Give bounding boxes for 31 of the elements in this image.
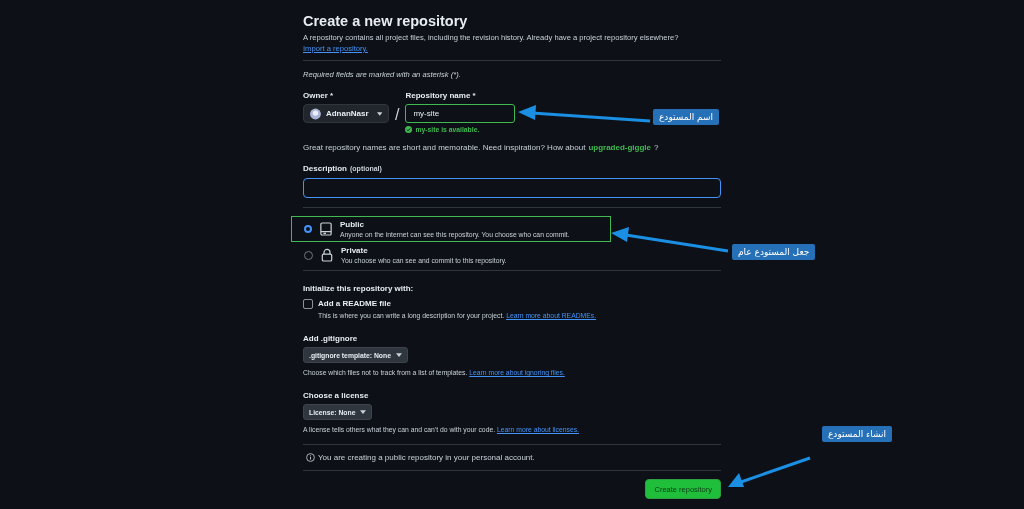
visibility-title: Private bbox=[341, 246, 369, 255]
caret-icon bbox=[376, 111, 382, 116]
notice-text: You are creating a public repository in your personal account. bbox=[318, 453, 535, 462]
readme-checkbox[interactable] bbox=[303, 298, 313, 309]
page-title: Create a new repository bbox=[303, 12, 469, 30]
radio-button[interactable] bbox=[304, 225, 312, 233]
description-label: Description bbox=[303, 163, 347, 174]
lock-icon bbox=[321, 248, 333, 262]
visibility-title: Public bbox=[340, 220, 365, 229]
annotation-label: اسم المستودع bbox=[653, 109, 720, 125]
license-heading: Choose a license bbox=[303, 390, 370, 401]
owner-label: Owner * bbox=[303, 90, 335, 101]
annotation-label: انشاء المستودع bbox=[822, 426, 893, 442]
caret-icon bbox=[395, 353, 402, 357]
owner-select[interactable]: AdnanNasr bbox=[303, 104, 389, 123]
caret-icon bbox=[360, 410, 367, 414]
avatar-icon bbox=[310, 107, 321, 120]
check-circle-icon bbox=[405, 126, 413, 133]
slash-separator: / bbox=[395, 106, 400, 124]
readme-label: Add a README file bbox=[318, 298, 391, 309]
info-icon bbox=[306, 453, 315, 462]
repository-icon bbox=[320, 222, 332, 236]
annotation-label: جعل المستودع عام bbox=[732, 244, 816, 260]
gitignore-heading: Add .gitignore bbox=[303, 333, 359, 344]
repository-name-label: Repository name * bbox=[405, 90, 477, 101]
repository-name-field[interactable]: my-site bbox=[405, 104, 516, 123]
suggested-name-link[interactable]: upgraded-giggle bbox=[588, 143, 652, 152]
initialize-heading: Initialize this repository with: bbox=[303, 283, 415, 294]
description-field[interactable] bbox=[303, 178, 721, 198]
question-mark: ? bbox=[654, 143, 659, 152]
suggestion-text: Great repository names are short and memorable. Need inspiration? How about bbox=[303, 143, 586, 152]
